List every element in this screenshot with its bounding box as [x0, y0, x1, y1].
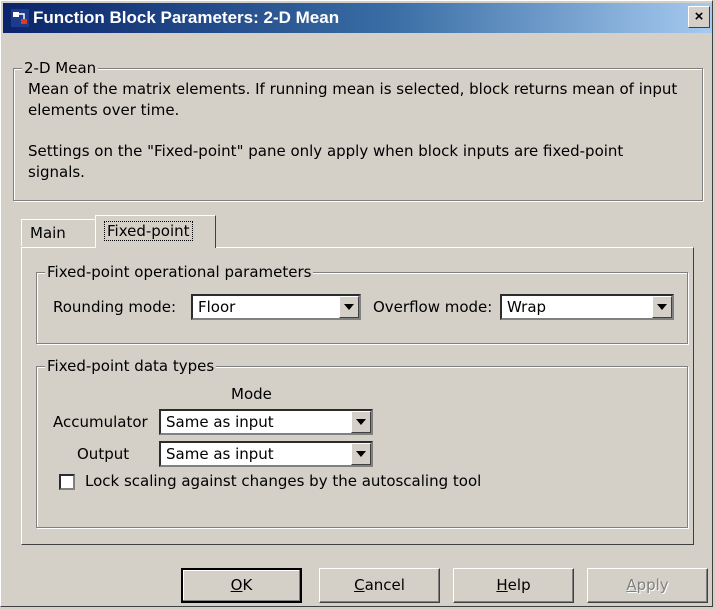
close-button[interactable]: × — [688, 6, 710, 28]
lock-scaling-checkbox[interactable] — [59, 474, 75, 490]
ok-label-rest: K — [242, 576, 253, 594]
accumulator-mode-dropdown-button[interactable] — [351, 411, 371, 433]
description-line-2: elements over time. — [28, 101, 180, 119]
chevron-down-icon — [356, 451, 366, 457]
overflow-mode-select[interactable]: Wrap — [500, 294, 674, 320]
output-label: Output — [77, 445, 130, 463]
accumulator-label: Accumulator — [53, 413, 148, 431]
help-label-rest: elp — [507, 576, 531, 594]
tab-main-label: Main — [30, 224, 66, 242]
fixed-point-panel: Fixed-point operational parameters Round… — [21, 247, 694, 545]
tab-fixed-point-label: Fixed-point — [104, 221, 193, 241]
title-bar[interactable]: Function Block Parameters: 2-D Mean × — [3, 3, 712, 33]
data-types-group: Fixed-point data types Mode Accumulator … — [36, 357, 688, 528]
tab-fixed-point[interactable]: Fixed-point — [95, 215, 216, 248]
help-button[interactable]: Help — [453, 568, 574, 603]
rounding-mode-dropdown-button[interactable] — [339, 296, 359, 318]
description-line-4: signals. — [28, 163, 85, 181]
apply-button[interactable]: Apply — [587, 568, 708, 603]
apply-label-rest: pply — [636, 576, 669, 594]
description-legend: 2-D Mean — [22, 59, 99, 77]
rounding-mode-label: Rounding mode: — [53, 298, 177, 316]
mode-column-header: Mode — [231, 385, 272, 403]
chevron-down-icon — [657, 304, 667, 310]
rounding-mode-select[interactable]: Floor — [191, 294, 361, 320]
ok-button[interactable]: OK — [181, 568, 302, 603]
operational-params-group: Fixed-point operational parameters Round… — [36, 263, 688, 344]
apply-mnemonic: A — [626, 576, 637, 594]
data-types-legend: Fixed-point data types — [45, 357, 217, 375]
operational-params-legend: Fixed-point operational parameters — [45, 263, 314, 281]
overflow-mode-dropdown-button[interactable] — [652, 296, 672, 318]
lock-scaling-label[interactable]: Lock scaling against changes by the auto… — [85, 472, 481, 490]
chevron-down-icon — [344, 304, 354, 310]
cancel-mnemonic: C — [354, 576, 365, 594]
cancel-label-rest: ancel — [364, 576, 405, 594]
overflow-mode-value: Wrap — [507, 298, 547, 316]
cancel-button[interactable]: Cancel — [319, 568, 440, 603]
output-mode-dropdown-button[interactable] — [351, 443, 371, 465]
description-line-3: Settings on the "Fixed-point" pane only … — [28, 142, 624, 160]
dialog-window: Function Block Parameters: 2-D Mean × 2-… — [0, 0, 713, 607]
output-mode-value: Same as input — [166, 445, 274, 463]
accumulator-mode-select[interactable]: Same as input — [159, 409, 373, 435]
simulink-block-icon — [11, 9, 29, 27]
accumulator-mode-value: Same as input — [166, 413, 274, 431]
overflow-mode-label: Overflow mode: — [373, 298, 493, 316]
description-group: 2-D Mean Mean of the matrix elements. If… — [13, 59, 703, 201]
tab-main[interactable]: Main — [21, 219, 97, 246]
window-title: Function Block Parameters: 2-D Mean — [33, 8, 340, 27]
output-mode-select[interactable]: Same as input — [159, 441, 373, 467]
close-icon: × — [694, 8, 704, 25]
chevron-down-icon — [356, 419, 366, 425]
ok-mnemonic: O — [230, 576, 243, 594]
help-mnemonic: H — [496, 576, 508, 594]
rounding-mode-value: Floor — [198, 298, 236, 316]
description-line-1: Mean of the matrix elements. If running … — [28, 80, 678, 98]
